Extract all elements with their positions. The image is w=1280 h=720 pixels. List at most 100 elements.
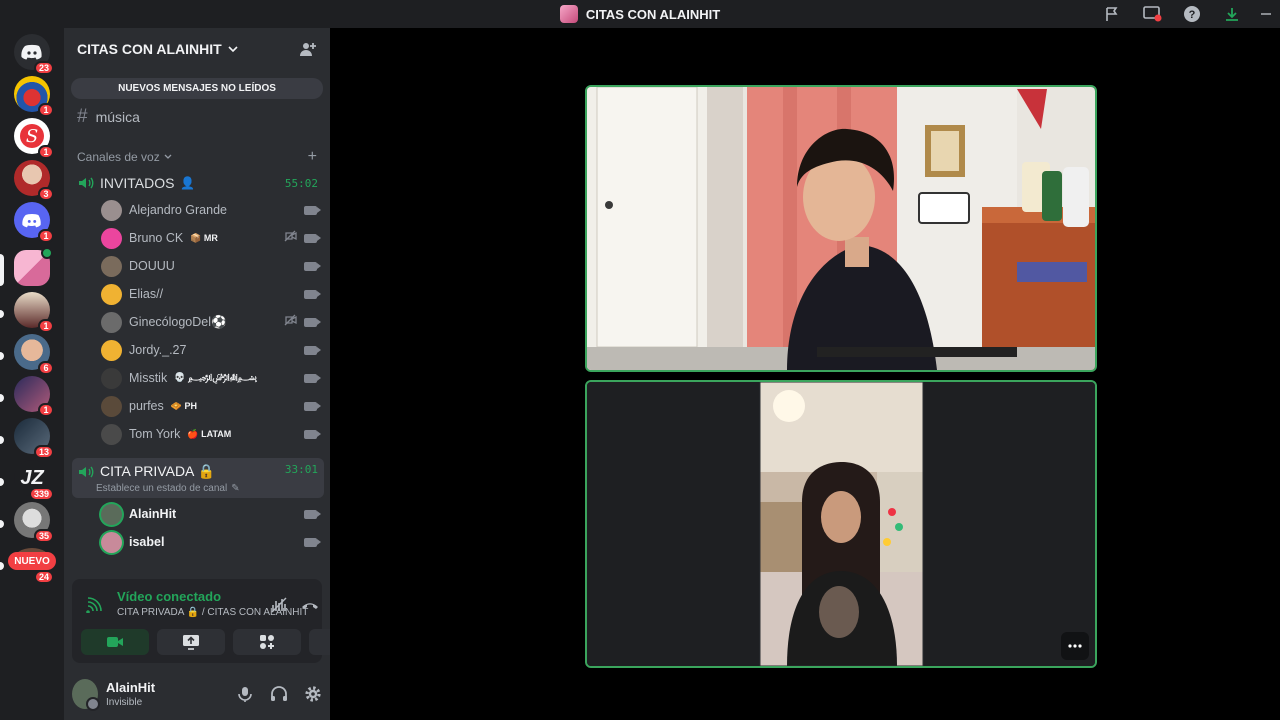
voice-member[interactable]: Misstik 💀 ﷽ — [101, 366, 321, 390]
voice-timer: 55:02 — [284, 176, 318, 190]
server-soldier-icon[interactable]: 13 — [14, 418, 54, 459]
voice-member[interactable]: Bruno CK 📦 MR — [101, 226, 321, 250]
server-anime-icon[interactable]: 1 — [14, 376, 54, 417]
server-cat-icon[interactable]: 35 — [14, 502, 54, 543]
text-channel-musica[interactable]: # música — [77, 106, 140, 128]
video-off-icon — [283, 229, 297, 247]
connection-status[interactable]: Vídeo conectado — [117, 589, 221, 604]
pencil-icon[interactable]: ✎ — [231, 483, 239, 494]
chevron-down-icon — [228, 46, 238, 53]
unread-badge: 24 — [33, 570, 54, 584]
signal-icon[interactable] — [86, 597, 102, 613]
disconnect-icon[interactable] — [300, 598, 320, 612]
discord-dm-icon[interactable]: 23 — [14, 34, 54, 75]
activities-button[interactable] — [233, 629, 301, 655]
channel-status-text[interactable]: Establece un estado de canal — [96, 483, 227, 494]
member-name: Misstik — [129, 371, 168, 385]
member-tag: 🧇 PH — [170, 400, 197, 411]
avatar — [101, 311, 122, 333]
new-servers-badge[interactable]: NUEVO — [8, 552, 56, 570]
server-avatar-red-icon[interactable]: 3 — [14, 160, 54, 201]
voice-member[interactable]: Alejandro Grande — [101, 198, 321, 222]
minimize-icon[interactable] — [1252, 0, 1280, 28]
video-camera-icon — [304, 509, 321, 519]
user-panel: AlainHit Invisible — [64, 668, 330, 720]
avatar — [101, 395, 122, 417]
unread-pill — [0, 478, 4, 486]
video-camera-icon — [304, 205, 321, 215]
guild-header[interactable]: CITAS CON ALAINHIT — [64, 28, 330, 70]
user-info[interactable]: AlainHit Invisible — [106, 680, 236, 708]
member-name: Tom York — [129, 427, 181, 441]
server-face-icon[interactable]: 6 — [14, 334, 54, 375]
camera-button[interactable] — [81, 629, 149, 655]
unread-badge: 339 — [28, 487, 54, 501]
noise-suppression-icon[interactable] — [270, 596, 288, 614]
username: AlainHit — [106, 680, 156, 695]
discord-server-icon[interactable]: 1 — [14, 202, 54, 243]
flag-icon[interactable] — [1092, 0, 1132, 28]
video-off-icon — [283, 313, 297, 331]
video-camera-icon — [304, 373, 321, 383]
member-tag: 🍎 LATAM — [187, 428, 232, 439]
server-jz-icon[interactable]: JZ 339 — [14, 460, 54, 501]
voice-category[interactable]: Canales de voz + — [77, 148, 317, 166]
unread-messages-banner[interactable]: NUEVOS MENSAJES NO LEÍDOS — [71, 78, 323, 99]
more-options-button[interactable] — [1061, 632, 1089, 660]
server-ecuador-icon[interactable]: 1 — [14, 76, 54, 117]
video-camera-icon — [304, 345, 321, 355]
microphone-icon[interactable] — [236, 685, 254, 703]
server-s-icon[interactable]: S 1 — [14, 118, 54, 159]
voice-channel-name: INVITADOS — [100, 175, 175, 191]
screen-share-button[interactable] — [157, 629, 225, 655]
guild-name: CITAS CON ALAINHIT — [77, 41, 222, 57]
member-name: Bruno CK — [129, 231, 184, 245]
unread-badge: 23 — [33, 61, 54, 75]
speaker-icon — [79, 177, 94, 189]
unread-badge: 3 — [38, 187, 54, 201]
voice-member[interactable]: GinecólogoDel⚽ — [101, 310, 321, 334]
video-camera-icon — [304, 401, 321, 411]
unread-pill — [0, 352, 4, 360]
voice-member[interactable]: Tom York 🍎 LATAM — [101, 422, 321, 446]
svg-text:S: S — [26, 126, 38, 147]
add-member-icon[interactable] — [299, 40, 317, 58]
voice-member[interactable]: Elias// — [101, 282, 321, 306]
headphones-icon[interactable] — [270, 685, 288, 703]
hash-icon: # — [77, 106, 88, 127]
avatar — [101, 531, 122, 553]
voice-member[interactable]: AlainHit — [101, 502, 321, 526]
voice-member[interactable]: Jordy._.27 — [101, 338, 321, 362]
video-camera-icon — [304, 537, 321, 547]
video-tile-alainhit[interactable] — [585, 85, 1097, 372]
unread-badge: 1 — [38, 319, 54, 333]
video-feed-room — [587, 87, 1095, 370]
member-name: DOUUU — [129, 259, 175, 273]
server-rail: 23 1 S 1 3 1 1 6 1 13 JZ 339 35 24 NUEVO — [0, 28, 64, 720]
window-title: CITAS CON ALAINHIT — [559, 5, 720, 23]
svg-text:?: ? — [1189, 9, 1196, 21]
download-icon[interactable] — [1212, 0, 1252, 28]
user-avatar[interactable] — [72, 679, 100, 711]
user-limit-icon: 👤 — [180, 176, 196, 190]
voice-member[interactable]: isabel — [101, 530, 321, 554]
help-icon[interactable]: ? — [1172, 0, 1212, 28]
member-name: purfes — [129, 399, 164, 413]
voice-channel-invitados[interactable]: INVITADOS 👤 55:02 — [72, 172, 324, 194]
member-name: Elias// — [129, 287, 164, 301]
screen-icon[interactable] — [1132, 0, 1172, 28]
server-citas-icon[interactable] — [14, 247, 53, 286]
avatar — [101, 339, 122, 361]
voice-channel-cita-privada[interactable]: CITA PRIVADA 🔒 Establece un estado de ca… — [72, 458, 324, 498]
channel-name: música — [95, 109, 140, 125]
avatar — [101, 283, 122, 305]
selected-pill — [0, 254, 4, 286]
voice-member[interactable]: purfes 🧇 PH — [101, 394, 321, 418]
settings-gear-icon[interactable] — [304, 685, 322, 703]
voice-member[interactable]: DOUUU — [101, 254, 321, 278]
server-portrait-icon[interactable]: 1 — [14, 292, 54, 333]
video-tile-isabel[interactable] — [585, 380, 1097, 668]
add-channel-icon[interactable]: + — [308, 148, 317, 166]
more-dots-icon — [1068, 644, 1082, 648]
member-name: AlainHit — [129, 507, 177, 521]
